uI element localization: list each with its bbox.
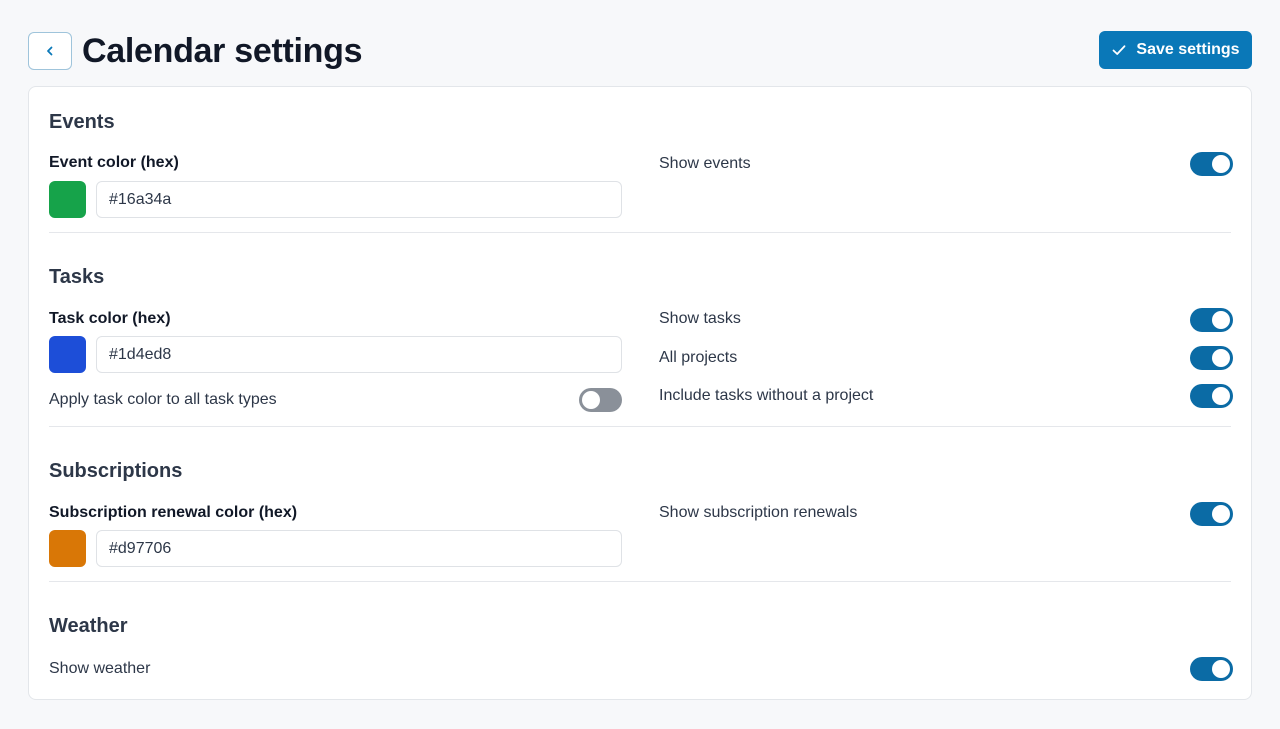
show-weather-toggle[interactable] — [1190, 657, 1233, 681]
task-color-label: Task color (hex) — [49, 310, 171, 327]
toggle-knob — [1212, 660, 1230, 678]
save-settings-label: Save settings — [1136, 41, 1240, 58]
subscription-color-label: Subscription renewal color (hex) — [49, 504, 298, 521]
subscription-color-swatch[interactable] — [49, 530, 86, 567]
include-no-project-toggle[interactable] — [1190, 384, 1233, 408]
weather-section: Weather Show weather — [49, 582, 1233, 700]
tasks-section: Tasks Task color (hex) Apply task color … — [49, 233, 1233, 427]
show-events-label: Show events — [659, 155, 751, 172]
page-header: Calendar settings Save settings — [28, 31, 1252, 71]
weather-section-title: Weather — [49, 615, 128, 637]
toggle-knob — [1212, 387, 1230, 405]
toggle-knob — [1212, 311, 1230, 329]
toggle-knob — [1212, 349, 1230, 367]
show-tasks-label: Show tasks — [659, 310, 741, 327]
tasks-section-title: Tasks — [49, 266, 105, 288]
settings-card: Events Event color (hex) Show events Tas… — [28, 86, 1252, 700]
events-section: Events Event color (hex) Show events — [49, 87, 1233, 233]
apply-task-color-label: Apply task color to all task types — [49, 391, 277, 408]
back-button[interactable] — [28, 32, 72, 70]
include-no-project-label: Include tasks without a project — [659, 387, 874, 404]
page-title: Calendar settings — [82, 32, 363, 70]
toggle-knob — [1212, 505, 1230, 523]
calendar-settings-page: Calendar settings Save settings Events E… — [0, 0, 1280, 729]
event-color-input[interactable] — [96, 181, 622, 218]
show-subscription-renewals-toggle[interactable] — [1190, 502, 1233, 526]
check-icon — [1113, 45, 1126, 55]
event-color-label: Event color (hex) — [49, 154, 179, 171]
chevron-left-icon — [47, 46, 53, 56]
show-weather-label: Show weather — [49, 660, 151, 677]
toggle-knob — [582, 391, 600, 409]
subscriptions-section: Subscriptions Subscription renewal color… — [49, 427, 1233, 582]
toggle-knob — [1212, 155, 1230, 173]
save-settings-button[interactable]: Save settings — [1099, 31, 1252, 69]
show-tasks-toggle[interactable] — [1190, 308, 1233, 332]
task-color-swatch[interactable] — [49, 336, 86, 373]
subscription-color-input[interactable] — [96, 530, 622, 567]
all-projects-label: All projects — [659, 349, 738, 366]
event-color-swatch[interactable] — [49, 181, 86, 218]
subscriptions-section-title: Subscriptions — [49, 460, 183, 482]
task-color-input[interactable] — [96, 336, 622, 373]
show-subscription-renewals-label: Show subscription renewals — [659, 504, 858, 521]
all-projects-toggle[interactable] — [1190, 346, 1233, 370]
apply-task-color-toggle[interactable] — [579, 388, 622, 412]
events-section-title: Events — [49, 111, 115, 133]
show-events-toggle[interactable] — [1190, 152, 1233, 176]
